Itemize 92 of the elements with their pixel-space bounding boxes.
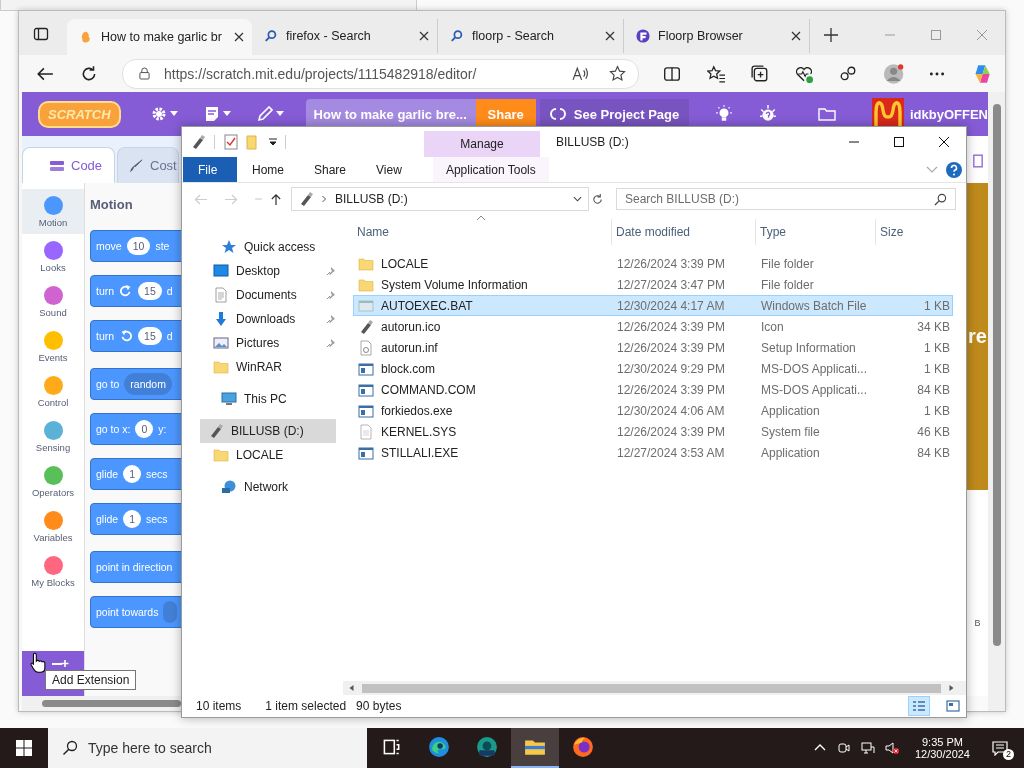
- sprite-label: B: [974, 618, 981, 628]
- block-text: go to: [96, 378, 120, 390]
- tab-label: Cost: [150, 158, 177, 173]
- category-label: Motion: [38, 216, 68, 228]
- button-label: See Project Page: [573, 106, 680, 122]
- tab-title: firefox - Search: [286, 29, 372, 43]
- block-text: ste: [155, 240, 170, 252]
- date-modified: 12/26/2024 3:39 PM: [616, 256, 727, 271]
- file-name: autorun.ico: [381, 319, 441, 334]
- block-text: secs: [146, 468, 168, 480]
- tab-title: How to make garlic br: [101, 30, 223, 44]
- file-type: MS-DOS Applicati...: [760, 361, 869, 376]
- file-name: KERNEL.SYS: [381, 424, 457, 439]
- file-type: Application: [760, 445, 821, 460]
- block-text: glide: [96, 468, 119, 480]
- file-type: File folder: [760, 256, 815, 271]
- nav-label: This PC: [244, 392, 288, 406]
- window-title: BILLUSB (D:): [556, 135, 629, 149]
- date-modified: 12/30/2024 4:06 AM: [616, 403, 726, 418]
- date-modified: 12/27/2024 3:47 PM: [616, 277, 727, 292]
- file-type: File folder: [760, 277, 815, 292]
- file-size: 84 KB: [917, 445, 950, 460]
- tooltip: Add Extension: [45, 670, 137, 690]
- file-size: 46 KB: [917, 424, 950, 439]
- selection-size: 90 bytes: [356, 699, 402, 713]
- block-text: secs: [146, 513, 168, 525]
- file-type: MS-DOS Applicati...: [760, 382, 869, 397]
- nav-label: Pictures: [236, 336, 281, 350]
- address-text: BILLUSB (D:): [335, 192, 408, 206]
- file-name: forkiedos.exe: [381, 403, 453, 418]
- file-type: Application: [760, 403, 821, 418]
- selection-info: 1 item selected: [265, 699, 347, 713]
- search-placeholder: Search BILLUSB (D:): [625, 192, 741, 206]
- date-modified: 12/27/2024 3:53 AM: [616, 445, 726, 460]
- block-text: d: [166, 330, 173, 342]
- context-tab-header: Manage: [424, 131, 540, 157]
- block-text: point towards: [96, 606, 159, 618]
- file-name: LOCALE: [381, 256, 429, 271]
- nav-label: WinRAR: [236, 360, 283, 374]
- file-type: Setup Information: [760, 340, 857, 355]
- file-size: 84 KB: [917, 382, 950, 397]
- nav-label: BILLUSB (D:): [231, 424, 305, 438]
- block-text: glide: [96, 513, 119, 525]
- date-modified: 12/30/2024 9:29 PM: [616, 361, 727, 376]
- nav-label: Network: [244, 480, 289, 494]
- block-text: y:: [158, 423, 167, 435]
- file-size: 1 KB: [924, 340, 950, 355]
- file-type: System file: [760, 424, 821, 439]
- stage-text: re: [968, 325, 987, 348]
- file-size: 1 KB: [924, 403, 950, 418]
- file-name: System Volume Information: [381, 277, 528, 292]
- category-label: Operators: [31, 486, 75, 498]
- category-label: Control: [37, 396, 69, 408]
- date-modified: 12/26/2024 3:39 PM: [616, 382, 727, 397]
- date-modified: 12/26/2024 3:39 PM: [616, 340, 727, 355]
- tab-title: floorp - Search: [472, 29, 555, 43]
- block-text: d: [166, 285, 173, 297]
- nav-label: Desktop: [236, 264, 282, 278]
- file-size: 34 KB: [917, 319, 950, 334]
- nav-label: LOCALE: [236, 448, 285, 462]
- file-size: 1 KB: [924, 361, 950, 376]
- file-name: COMMAND.COM: [381, 382, 476, 397]
- search-placeholder: Type here to search: [88, 740, 212, 756]
- block-text: turn: [96, 285, 115, 297]
- block-text: point in direction: [96, 561, 173, 573]
- block-text: go to x:: [96, 423, 131, 435]
- notification-count-badge: 2: [1003, 749, 1014, 760]
- palette-heading: Motion: [90, 197, 134, 212]
- file-name: AUTOEXEC.BAT: [381, 298, 473, 313]
- file-name: block.com: [381, 361, 436, 376]
- category-label: Sensing: [35, 441, 71, 453]
- item-count: 10 items: [196, 699, 242, 713]
- nav-label: Documents: [236, 288, 298, 302]
- tab-label: Code: [71, 158, 103, 173]
- nav-label: Downloads: [236, 312, 297, 326]
- block-text: move: [96, 240, 122, 252]
- category-label: Events: [38, 351, 68, 363]
- date-modified: 12/30/2024 4:17 AM: [616, 298, 726, 313]
- category-label: Looks: [40, 261, 66, 273]
- file-type: Windows Batch File: [760, 298, 868, 313]
- nav-label: Quick access: [244, 240, 317, 254]
- file-name: STILLALI.EXE: [381, 445, 459, 460]
- category-label: Variables: [33, 531, 73, 543]
- date-modified: 12/26/2024 3:39 PM: [616, 319, 727, 334]
- category-label: My Blocks: [31, 576, 75, 588]
- block-text: turn: [96, 330, 115, 342]
- category-label: Sound: [39, 306, 67, 318]
- date-modified: 12/26/2024 3:39 PM: [616, 424, 727, 439]
- tab-title: Floorp Browser: [658, 29, 744, 43]
- file-size: 1 KB: [924, 298, 950, 313]
- file-name: autorun.inf: [381, 340, 438, 355]
- file-type: Icon: [760, 319, 785, 334]
